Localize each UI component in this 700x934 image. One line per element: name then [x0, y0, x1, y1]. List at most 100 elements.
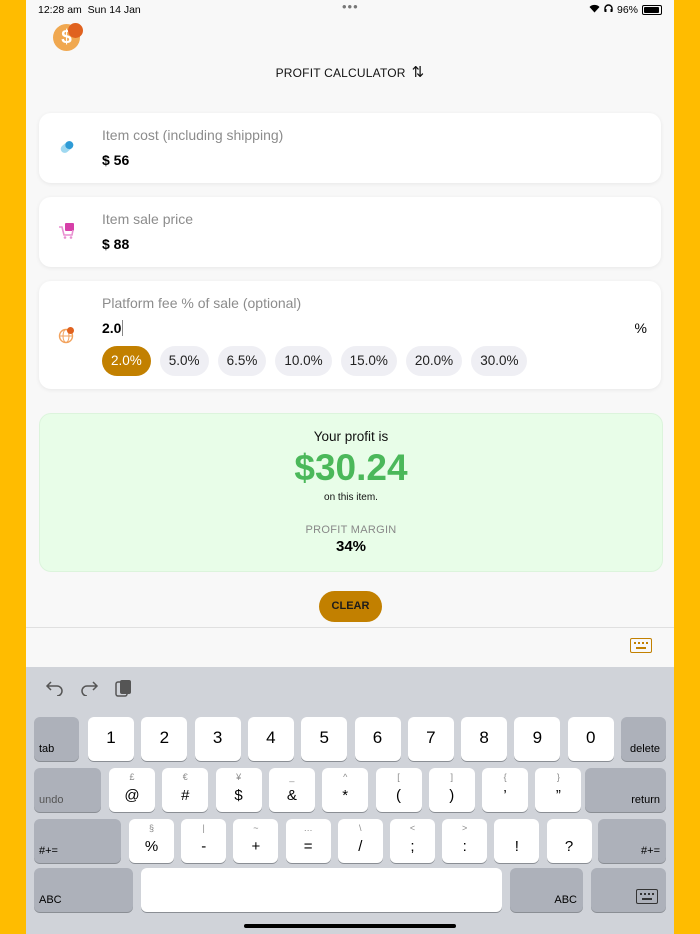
- bandage-icon: [57, 137, 77, 162]
- sale-price-card[interactable]: Item sale price $ 88: [39, 197, 661, 267]
- shift-key-label: #+=: [641, 845, 660, 857]
- symbol-key-label: ;: [410, 838, 415, 855]
- symbol-key[interactable]: ¥ $: [215, 768, 262, 812]
- symbol-key[interactable]: {’: [482, 768, 529, 812]
- fee-chip[interactable]: 20.0%: [405, 346, 463, 376]
- symbol-key[interactable]: !: [494, 819, 540, 863]
- symbol-key[interactable]: ]): [428, 768, 475, 812]
- hide-keyboard-key[interactable]: [591, 868, 666, 912]
- page-title-text: PROFIT CALCULATOR: [275, 66, 406, 80]
- symbol-key-alt: €: [182, 772, 188, 782]
- paste-icon[interactable]: [112, 678, 134, 703]
- item-cost-card[interactable]: Item cost (including shipping) $ 56: [39, 113, 661, 183]
- symbol-key[interactable]: §%: [129, 819, 174, 863]
- digit-key[interactable]: 4: [247, 717, 294, 761]
- fee-chip[interactable]: 30.0%: [471, 346, 528, 376]
- item-cost-input[interactable]: $ 56: [102, 152, 129, 168]
- sale-price-input[interactable]: $ 88: [102, 236, 129, 252]
- fee-chip[interactable]: 2.0%: [102, 346, 151, 376]
- digit-key[interactable]: 7: [407, 717, 454, 761]
- keyboard-toolbar: [44, 678, 134, 703]
- profit-lead-text: Your profit is: [313, 429, 389, 444]
- symbol-key[interactable]: _ &: [268, 768, 315, 812]
- symbol-key[interactable]: ^ *: [322, 768, 369, 812]
- profit-tail-text: on this item.: [324, 492, 378, 503]
- sale-price-label: Item sale price: [102, 211, 194, 227]
- fee-chip[interactable]: 6.5%: [217, 346, 267, 376]
- delete-key[interactable]: delete: [621, 717, 666, 761]
- platform-fee-input[interactable]: 2.0: [102, 320, 124, 336]
- status-time: 12:28 am Sun 14 Jan: [38, 4, 141, 16]
- digit-key[interactable]: 8: [461, 717, 508, 761]
- fee-chip[interactable]: 15.0%: [340, 346, 397, 376]
- undo-key[interactable]: undo: [34, 768, 101, 812]
- digit-key-label: 9: [532, 728, 543, 747]
- symbol-key[interactable]: ~ +: [233, 819, 279, 863]
- undo-icon[interactable]: [44, 678, 66, 703]
- multitasking-dots-icon[interactable]: •••: [342, 0, 359, 14]
- status-bar: 12:28 am Sun 14 Jan ••• 96%: [26, 0, 674, 20]
- digit-key[interactable]: 3: [194, 717, 241, 761]
- wifi-icon: [589, 4, 600, 16]
- profit-result-panel: Your profit is $30.24 on this item. PROF…: [39, 413, 663, 572]
- space-key[interactable]: [141, 868, 502, 912]
- logo-badge: [68, 23, 83, 38]
- return-key[interactable]: return: [585, 768, 666, 812]
- symbol-key[interactable]: € #: [162, 768, 209, 812]
- platform-fee-card[interactable]: Platform fee % of sale (optional) 2.0 % …: [39, 281, 661, 389]
- shopping-cart-icon: [57, 221, 77, 246]
- abc-key-right[interactable]: ABC: [510, 868, 583, 912]
- digit-key[interactable]: 9: [514, 717, 561, 761]
- return-key-label: return: [631, 794, 660, 806]
- undo-key-label: undo: [39, 794, 64, 806]
- keyboard-accessory-bar: [26, 627, 674, 668]
- symbol-key[interactable]: <;: [390, 819, 435, 863]
- symbol-key[interactable]: … =: [285, 819, 331, 863]
- shift-symbols-key-right[interactable]: #+=: [598, 819, 666, 863]
- digit-key[interactable]: 5: [301, 717, 348, 761]
- digit-key[interactable]: 6: [354, 717, 401, 761]
- symbol-key[interactable]: | -: [181, 819, 227, 863]
- symbol-key[interactable]: [(: [375, 768, 422, 812]
- shift-symbols-key[interactable]: #+=: [34, 819, 121, 863]
- home-indicator: [244, 924, 456, 928]
- platform-fee-label: Platform fee % of sale (optional): [102, 295, 302, 311]
- item-cost-label: Item cost (including shipping): [102, 127, 284, 143]
- clear-button[interactable]: CLEAR: [319, 591, 382, 622]
- symbol-key-label: :: [462, 838, 467, 855]
- profit-amount: $30.24: [294, 447, 408, 488]
- digit-key-label: 7: [426, 728, 436, 747]
- digit-key[interactable]: 1: [88, 717, 134, 761]
- redo-icon[interactable]: [78, 678, 100, 703]
- sort-arrows-icon[interactable]: ⇅: [412, 64, 425, 81]
- abc-key-label: ABC: [554, 894, 577, 906]
- page-title[interactable]: PROFIT CALCULATOR ⇅: [26, 63, 674, 81]
- symbol-key[interactable]: }”: [535, 768, 582, 812]
- symbol-key-label: $: [234, 787, 243, 804]
- digit-key-label: 6: [372, 728, 383, 747]
- digit-key[interactable]: 0: [567, 717, 614, 761]
- keyboard-dismiss-icon[interactable]: [630, 638, 652, 653]
- symbol-key-alt: _: [289, 772, 295, 782]
- profit-margin-label: PROFIT MARGIN: [305, 524, 397, 536]
- tab-key-label: tab: [39, 743, 55, 755]
- delete-key-label: delete: [630, 743, 660, 755]
- digit-key[interactable]: 2: [141, 717, 188, 761]
- digit-key-label: 5: [319, 728, 329, 747]
- percent-unit: %: [634, 320, 647, 336]
- symbol-key-label: =: [303, 838, 313, 855]
- profit-margin-value: 34%: [335, 538, 367, 555]
- fee-chip[interactable]: 5.0%: [159, 346, 209, 376]
- digit-key-label: 1: [106, 728, 116, 747]
- symbol-key[interactable]: £ @: [109, 768, 155, 812]
- on-screen-keyboard: tab 1 2 3 4 5 6 7 8 9 0 delete undo £ @ € # ¥ $ _ & ^ *[(]){’}…: [26, 667, 674, 934]
- fee-chip[interactable]: 10.0%: [275, 346, 332, 376]
- symbol-key-label: @: [124, 787, 140, 804]
- fee-chip-group: 2.0% 5.0% 6.5% 10.0% 15.0% 20.0% 30.0%: [102, 346, 528, 376]
- tab-key[interactable]: tab: [34, 717, 79, 761]
- symbol-key[interactable]: \ /: [337, 819, 383, 863]
- symbol-key-alt: £: [129, 772, 135, 782]
- symbol-key[interactable]: ?: [546, 819, 592, 863]
- abc-key[interactable]: ABC: [34, 868, 133, 912]
- symbol-key[interactable]: >:: [442, 819, 488, 863]
